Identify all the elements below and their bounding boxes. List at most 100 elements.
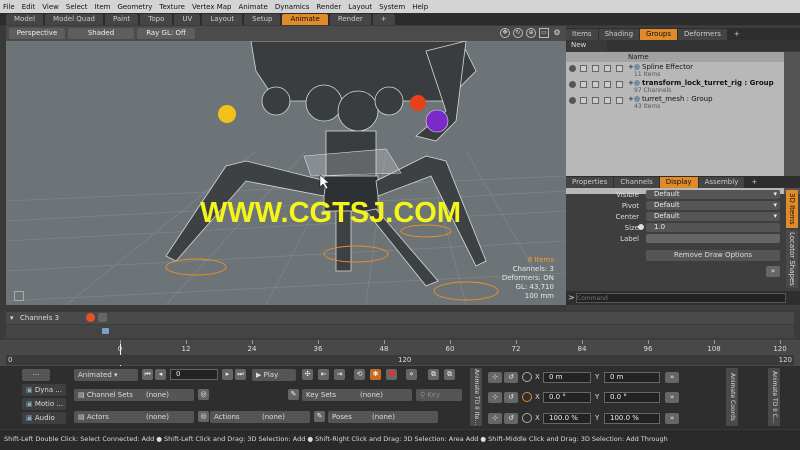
tab-paint[interactable]: Paint — [104, 14, 139, 25]
tab-groups[interactable]: Groups — [640, 29, 677, 40]
record-button-icon[interactable] — [386, 369, 397, 380]
remove-draw-options-button[interactable]: Remove Draw Options — [646, 250, 780, 261]
visibility-eye-icon[interactable] — [569, 97, 576, 104]
groups-scrollbar[interactable] — [784, 52, 800, 194]
channel-sets-add-icon[interactable]: ◎ — [198, 389, 209, 400]
channel-sets-dropdown[interactable]: ▤ Channel Sets (none) — [74, 389, 194, 401]
time-ruler[interactable]: 0 120 120 0 12 24 36 48 60 72 84 96 108 120 — [0, 340, 800, 366]
property-value-field[interactable]: 1.0 — [638, 223, 780, 232]
position-reset-icon[interactable]: ↺ — [504, 372, 518, 383]
prev-key-icon[interactable]: ⇤ — [318, 369, 329, 380]
tab-animate[interactable]: Animate — [282, 14, 328, 25]
column-toggle[interactable] — [580, 65, 587, 72]
scale-link-icon[interactable] — [522, 413, 532, 423]
menu-item-system[interactable]: System — [379, 3, 405, 11]
channels-expand-icon[interactable]: ▾ — [10, 314, 14, 322]
tab-render[interactable]: Render — [329, 14, 371, 25]
poses-dropdown[interactable]: Poses (none) — [328, 411, 438, 423]
actors-dropdown[interactable]: ▤ Actors (none) — [74, 411, 194, 423]
key-button[interactable]: ⚲ Key — [416, 389, 462, 401]
key-marker-icon[interactable] — [102, 328, 109, 334]
menu-item-geometry[interactable]: Geometry — [117, 3, 152, 11]
column-toggle[interactable] — [592, 97, 599, 104]
menu-item-render[interactable]: Render — [316, 3, 341, 11]
step-back-icon[interactable]: ◂ — [155, 369, 166, 380]
scl-x-field[interactable]: 100.0 % — [543, 413, 591, 424]
column-toggle[interactable] — [616, 97, 623, 104]
tab-shading[interactable]: Shading — [598, 29, 640, 40]
scale-reset-icon[interactable]: ↺ — [504, 413, 518, 424]
tab-properties[interactable]: Properties — [566, 177, 614, 188]
zoom-view-icon[interactable]: ⊕ — [526, 28, 536, 38]
slider-handle-icon[interactable] — [638, 224, 644, 230]
column-toggle[interactable] — [580, 81, 587, 88]
range-bar[interactable]: 0 120 120 — [6, 355, 794, 365]
tab-deformers[interactable]: Deformers — [678, 29, 727, 40]
channels-row[interactable]: ▾ Channels 3 — [6, 312, 794, 324]
step-forward-icon[interactable]: ▸ — [222, 369, 233, 380]
skip-start-icon[interactable]: ⏮ — [142, 369, 153, 380]
tool-item-vertical-tab[interactable]: Animate TD II Ite... — [470, 368, 482, 426]
pos-y-field[interactable]: 0 m — [604, 372, 660, 383]
rotation-link-icon[interactable] — [522, 392, 532, 402]
column-toggle[interactable] — [604, 81, 611, 88]
scl-more-icon[interactable]: » — [665, 413, 679, 424]
new-group-button[interactable]: New Group — [567, 40, 607, 60]
menu-item-animate[interactable]: Animate — [238, 3, 267, 11]
command-input[interactable] — [576, 293, 786, 303]
loop-icon[interactable]: ⟲ — [354, 369, 365, 380]
pos-x-field[interactable]: 0 m — [543, 372, 591, 383]
menu-item-edit[interactable]: Edit — [22, 3, 36, 11]
side-tab-3d-items[interactable]: 3D Items — [786, 190, 798, 228]
actors-add-icon[interactable]: ◎ — [198, 411, 209, 422]
column-toggle[interactable] — [616, 81, 623, 88]
expand-plus-icon[interactable]: + — [628, 95, 634, 103]
rotate-view-icon[interactable]: ↻ — [513, 28, 523, 38]
group-row[interactable]: + turret_mesh : Group 43 Items — [566, 94, 784, 110]
filter-icon[interactable] — [98, 313, 107, 322]
tab-channels[interactable]: Channels — [614, 177, 659, 188]
menu-item-layout[interactable]: Layout — [348, 3, 372, 11]
column-toggle[interactable] — [616, 65, 623, 72]
skip-end-icon[interactable]: ⏭ — [235, 369, 246, 380]
scl-y-field[interactable]: 100.0 % — [604, 413, 660, 424]
shading-dropdown[interactable]: Shaded — [68, 28, 134, 39]
menu-item-dynamics[interactable]: Dynamics — [275, 3, 310, 11]
expand-plus-icon[interactable]: + — [628, 79, 634, 87]
key-all-icon[interactable]: ⋄ — [406, 369, 417, 380]
position-link-icon[interactable] — [522, 372, 532, 382]
property-value-field[interactable]: Default ▾ — [646, 201, 780, 210]
maximize-view-icon[interactable]: ▭ — [539, 28, 549, 38]
viewport-3d[interactable]: Perspective Shaded Ray GL: Off ✥ ↻ ⊕ ▭ ⚙… — [6, 26, 566, 305]
play-button[interactable]: ▶ Play — [252, 369, 296, 381]
left-tool-0[interactable]: ▣ Dyna ... — [22, 384, 66, 396]
add-panel-tab-icon[interactable]: + — [745, 177, 763, 188]
animated-mode-dropdown[interactable]: Animated ▾ — [74, 369, 138, 381]
left-tool-1[interactable]: ▣ Motio ... — [22, 398, 66, 410]
tab-topo[interactable]: Topo — [140, 14, 173, 25]
menu-item-view[interactable]: View — [42, 3, 59, 11]
rotation-reset-icon[interactable]: ↺ — [504, 392, 518, 403]
position-icon[interactable]: ⊹ — [488, 372, 502, 383]
property-value-field[interactable] — [646, 234, 780, 243]
rotation-icon[interactable]: ⊹ — [488, 392, 502, 403]
keys-row[interactable] — [6, 325, 794, 338]
column-toggle[interactable] — [604, 97, 611, 104]
next-key-icon[interactable]: ⇥ — [334, 369, 345, 380]
coords-vertical-tab[interactable]: Animate Coords — [726, 368, 738, 426]
left-tool-2[interactable]: ▣ Audio — [22, 412, 66, 424]
keyframe-tool-icon[interactable]: ✣ — [302, 369, 313, 380]
record-icon[interactable] — [86, 313, 95, 322]
menu-item-file[interactable]: File — [3, 3, 15, 11]
column-toggle[interactable] — [592, 81, 599, 88]
column-toggle[interactable] — [604, 65, 611, 72]
column-toggle[interactable] — [592, 65, 599, 72]
expand-icon[interactable]: » — [766, 266, 780, 277]
tool-c-vertical-tab[interactable]: Animate TD II C... — [768, 368, 780, 426]
tab-layout[interactable]: Layout — [202, 14, 243, 25]
poses-icon[interactable]: ✎ — [314, 411, 325, 422]
side-tab-locator-shapes[interactable]: Locator Shapes — [786, 230, 798, 288]
pos-more-icon[interactable]: » — [665, 372, 679, 383]
ghost-next-icon[interactable]: ⧉ — [444, 369, 455, 380]
tab-model-quad[interactable]: Model Quad — [45, 14, 103, 25]
